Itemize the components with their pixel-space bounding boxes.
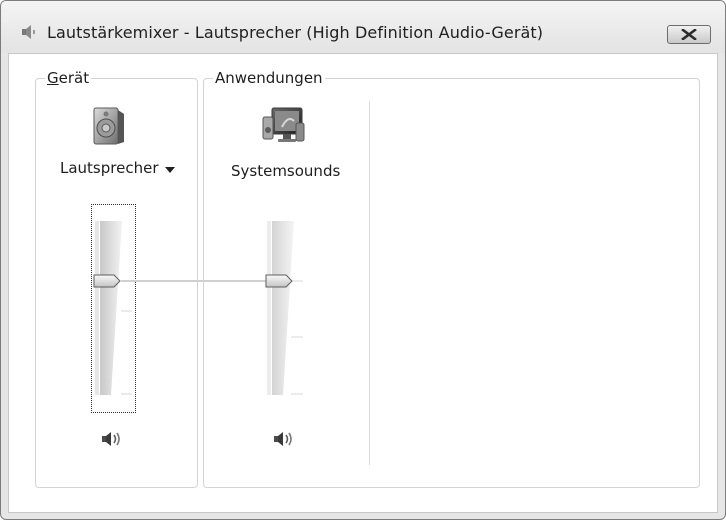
app-name-systemsounds: Systemsounds: [231, 162, 341, 180]
speaker-volume-icon[interactable]: [100, 429, 124, 449]
device-group-label: Gerät: [45, 69, 92, 87]
speaker-icon: [22, 25, 35, 39]
close-icon: [681, 29, 697, 40]
device-volume-thumb[interactable]: [92, 273, 122, 289]
device-group: Gerät Lautsprecher: [35, 69, 198, 488]
volume-mixer-window: Lautstärkemixer - Lautsprecher (High Def…: [0, 0, 726, 520]
app-column-divider: [369, 101, 370, 465]
app-volume-track[interactable]: [267, 221, 307, 395]
chevron-down-icon[interactable]: [165, 167, 175, 173]
window-title: Lautstärkemixer - Lautsprecher (High Def…: [47, 23, 544, 42]
device-volume-track[interactable]: [95, 221, 135, 395]
speaker-volume-icon[interactable]: [272, 429, 296, 449]
mixer-client-area: Gerät Lautsprecher Anwendungen Systemsou…: [8, 53, 718, 513]
system-sounds-icon[interactable]: [262, 105, 306, 149]
apps-group-label: Anwendungen: [213, 69, 325, 87]
app-volume-thumb[interactable]: [264, 273, 294, 289]
close-button[interactable]: [667, 25, 711, 44]
title-bar[interactable]: Lautstärkemixer - Lautsprecher (High Def…: [1, 1, 725, 53]
device-name-dropdown[interactable]: Lautsprecher: [60, 159, 159, 177]
speaker-device-icon[interactable]: [88, 106, 128, 148]
apps-group: Anwendungen Systemsounds: [203, 69, 700, 488]
